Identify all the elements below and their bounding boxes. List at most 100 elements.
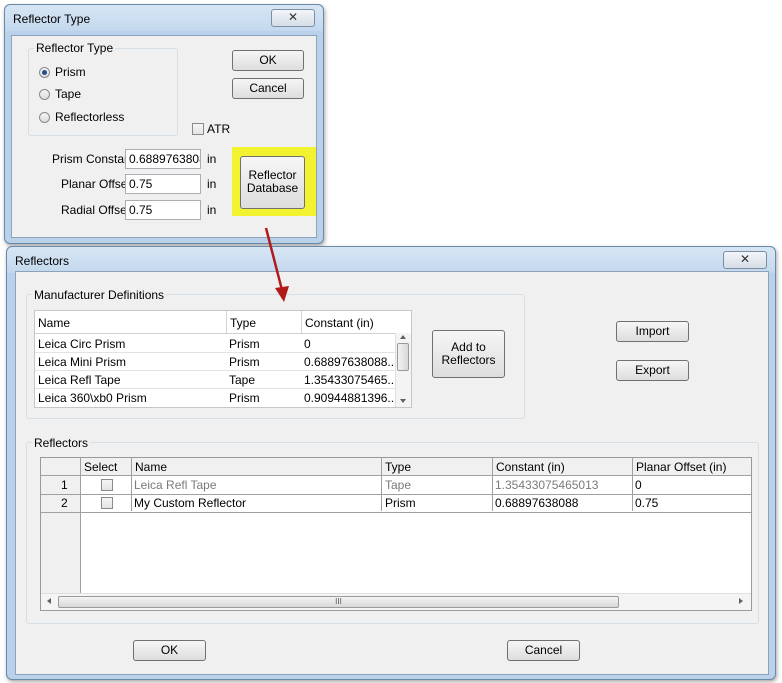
add-to-reflectors-label: Add to Reflectors [441, 340, 496, 367]
radial-offset-field[interactable]: 0.75 [125, 200, 201, 220]
export-button[interactable]: Export [616, 360, 689, 381]
reflectors-client: Manufacturer Definitions Name Type Const… [15, 271, 769, 675]
ok-button-label: OK [259, 53, 277, 67]
planar-offset-unit: in [207, 177, 217, 191]
column-divider [80, 458, 81, 475]
manufacturer-group-label: Manufacturer Definitions [32, 288, 167, 302]
row-select-checkbox[interactable] [101, 479, 113, 491]
list-item-constant: 0.68897638088... [304, 355, 394, 369]
list-item-type: Prism [229, 337, 260, 351]
close-icon: ✕ [287, 10, 299, 24]
list-item-name: Leica Circ Prism [38, 337, 126, 351]
list-item-name: Leica Refl Tape [38, 373, 121, 387]
scroll-down-icon[interactable] [400, 399, 406, 403]
reflectors-grid[interactable]: Select Name Type Constant (in) Planar Of… [40, 457, 752, 611]
list-item-constant: 1.35433075465... [304, 373, 394, 387]
reflector-database-label: Reflector Database [246, 168, 299, 195]
manufacturer-list[interactable]: Name Type Constant (in) Leica Circ Prism… [34, 310, 412, 408]
prism-radio[interactable] [39, 67, 50, 78]
scroll-up-icon[interactable] [400, 335, 406, 339]
reflectorless-radio[interactable] [39, 112, 50, 123]
reflectors-cancel-label: Cancel [524, 643, 563, 657]
ok-button[interactable]: OK [232, 50, 304, 71]
manufacturer-header-type[interactable]: Type [230, 316, 256, 330]
prism-radio-label[interactable]: Prism [55, 65, 86, 79]
scroll-left-icon[interactable] [47, 598, 51, 604]
list-item[interactable]: Leica Mini Prism Prism 0.68897638088... [35, 352, 395, 370]
add-to-reflectors-button[interactable]: Add to Reflectors [432, 330, 505, 378]
list-item-name: Leica 360\xb0 Prism [38, 391, 147, 405]
prism-constant-field[interactable]: 0.6889763808 [125, 149, 201, 169]
cancel-button-label: Cancel [249, 81, 287, 95]
row-planar-offset: 0 [635, 478, 642, 492]
import-button[interactable]: Import [616, 321, 689, 342]
radial-offset-label: Radial Offset [61, 203, 131, 217]
planar-offset-label: Planar Offset [61, 177, 131, 191]
list-item[interactable]: Leica 360\xb0 Prism Prism 0.90944881396.… [35, 388, 395, 406]
row-name: My Custom Reflector [134, 496, 247, 510]
reflector-type-group-label: Reflector Type [34, 41, 116, 55]
reflectors-close-button[interactable]: ✕ [723, 251, 767, 269]
import-button-label: Import [635, 324, 670, 338]
list-item-type: Prism [229, 355, 260, 369]
column-divider [226, 311, 227, 333]
scroll-grip-icon: III [335, 597, 342, 606]
reflector-type-close-button[interactable]: ✕ [271, 9, 315, 27]
reflectors-ok-label: OK [160, 643, 179, 657]
atr-checkbox[interactable] [192, 123, 204, 135]
row-planar-offset: 0.75 [635, 496, 659, 510]
row-type: Prism [385, 496, 416, 510]
list-item-type: Prism [229, 391, 260, 405]
scroll-right-icon[interactable] [739, 598, 743, 604]
reflector-type-client: Reflector Type Prism Tape Reflectorless … [11, 35, 317, 238]
list-item-type: Tape [229, 373, 256, 387]
list-item[interactable]: Leica Refl Tape Tape 1.35433075465... [35, 370, 395, 388]
reflector-type-title: Reflector Type [13, 12, 91, 26]
column-divider [301, 311, 302, 333]
reflector-database-button[interactable]: Reflector Database [240, 156, 305, 209]
export-button-label: Export [635, 363, 670, 377]
prism-constant-unit: in [207, 152, 217, 166]
cancel-button[interactable]: Cancel [232, 78, 304, 99]
close-icon: ✕ [739, 252, 751, 266]
list-item-constant: 0.90944881396... [304, 391, 394, 405]
reflectorless-radio-label[interactable]: Reflectorless [55, 110, 124, 124]
planar-offset-field[interactable]: 0.75 [125, 174, 201, 194]
tape-radio-label[interactable]: Tape [55, 87, 81, 101]
grid-header-type[interactable]: Type [385, 460, 411, 474]
manufacturer-vscroll-thumb[interactable] [397, 343, 409, 371]
reflectors-title: Reflectors [15, 254, 70, 268]
row-constant: 0.68897638088 [495, 496, 579, 510]
reflectors-hscroll-thumb[interactable]: III [58, 596, 619, 608]
reflectors-hscrollbar[interactable]: III [41, 593, 751, 610]
grid-header-name[interactable]: Name [135, 460, 167, 474]
reflectors-ok-button[interactable]: OK [133, 640, 206, 661]
row-select-checkbox[interactable] [101, 497, 113, 509]
grid-header-select[interactable]: Select [84, 460, 117, 474]
reflectors-window: Reflectors ✕ Manufacturer Definitions Na… [6, 246, 776, 680]
prism-constant-label: Prism Constant [52, 152, 135, 166]
table-row[interactable]: 1 Leica Refl Tape Tape 1.35433075465013 … [41, 476, 751, 495]
tape-radio[interactable] [39, 89, 50, 100]
manufacturer-header-name[interactable]: Name [38, 316, 70, 330]
list-item-constant: 0 [304, 337, 311, 351]
grid-header-constant[interactable]: Constant (in) [496, 460, 565, 474]
row-divider [35, 370, 395, 371]
manufacturer-vscrollbar[interactable] [395, 333, 411, 407]
reflectors-cancel-button[interactable]: Cancel [507, 640, 580, 661]
table-row[interactable]: 2 My Custom Reflector Prism 0.6889763808… [41, 495, 751, 513]
row-constant: 1.35433075465013 [495, 478, 599, 492]
manufacturer-header-constant[interactable]: Constant (in) [305, 316, 374, 330]
row-divider [35, 352, 395, 353]
list-item-name: Leica Mini Prism [38, 355, 127, 369]
reflectors-titlebar: Reflectors [7, 247, 775, 273]
list-item[interactable]: Leica Circ Prism Prism 0 [35, 334, 395, 352]
row-type: Tape [385, 478, 412, 492]
grid-header-planar-offset[interactable]: Planar Offset (in) [636, 460, 726, 474]
row-number: 1 [61, 478, 68, 492]
row-number: 2 [61, 496, 68, 510]
row-name: Leica Refl Tape [134, 478, 217, 492]
atr-label[interactable]: ATR [207, 122, 230, 136]
row-divider [35, 388, 395, 389]
radial-offset-unit: in [207, 203, 217, 217]
